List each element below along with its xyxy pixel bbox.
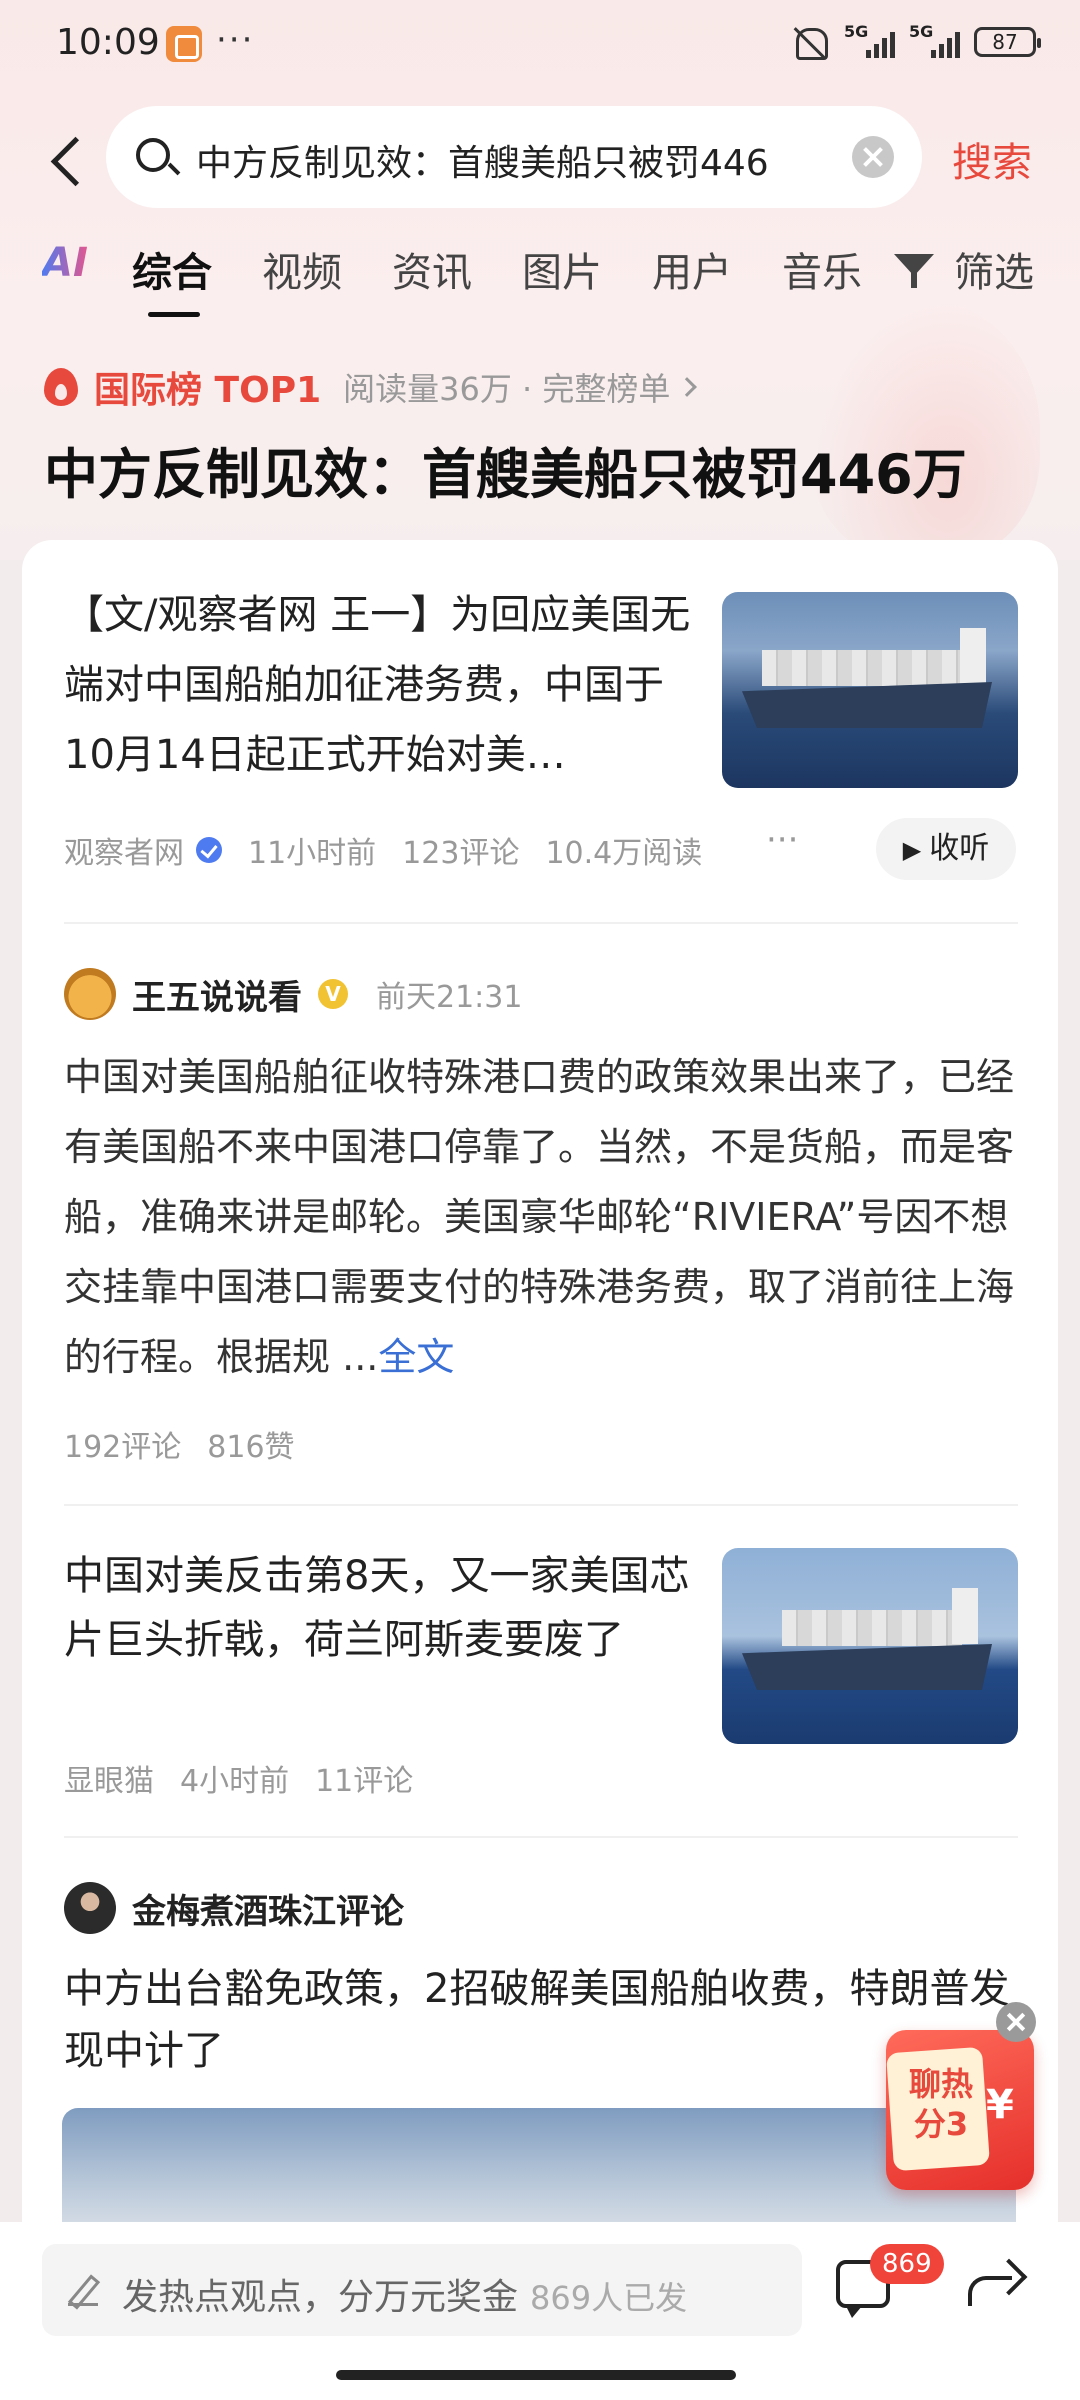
status-more-icon: ··· <box>216 20 255 60</box>
news2-time: 4小时前 <box>180 1764 290 1799</box>
tab-video[interactable]: 视频 <box>262 240 342 298</box>
topic-title: 中方反制见效：首艘美船只被罚446万 <box>44 443 967 506</box>
tab-ai[interactable]: AI <box>42 240 88 286</box>
avatar[interactable] <box>64 1882 116 1934</box>
tab-users[interactable]: 用户 <box>652 240 732 298</box>
news1-source[interactable]: 观察者网 <box>64 828 184 872</box>
tab-comprehensive[interactable]: 综合 <box>132 240 212 298</box>
news1-title[interactable]: 【文/观察者网 王一】为回应美国无端对中国船舶加征港务费，中国于10月14日起正… <box>64 580 694 790</box>
vip-badge-icon: V <box>318 979 348 1009</box>
tab-news[interactable]: 资讯 <box>392 240 472 298</box>
news1-reads: 10.4万阅读 <box>545 836 703 871</box>
comment-count: 869人已发 <box>530 2279 688 2317</box>
post2-image[interactable] <box>62 2108 1016 2228</box>
active-tab-indicator <box>148 312 200 317</box>
divider <box>64 922 1018 924</box>
search-icon <box>136 138 170 172</box>
divider <box>64 1504 1018 1506</box>
news2-meta: 显眼猫 4小时前 11评论 <box>64 1756 413 1800</box>
fulltext-link[interactable]: 全文 <box>378 1335 454 1379</box>
post2-title[interactable]: 中方出台豁免政策，2招破解美国船舶收费，特朗普发现中计了 <box>64 1958 1024 2082</box>
red-packet-float[interactable]: 聊热分3 ¥ <box>886 2030 1034 2190</box>
ship-image <box>722 1548 1018 1744</box>
post1-ellipsis: ... <box>342 1335 379 1379</box>
status-time: 10:09 <box>56 22 160 63</box>
post1-likes[interactable]: 816赞 <box>207 1422 294 1466</box>
signal-icon-2: 5G <box>909 22 960 58</box>
network-label: 5G <box>844 22 869 41</box>
mute-icon <box>790 24 830 60</box>
comment-prompt: 发热点观点，分万元奖金 <box>122 2277 519 2318</box>
news2-comments: 11评论 <box>315 1764 414 1799</box>
home-indicator[interactable] <box>336 2370 736 2380</box>
post1-body[interactable]: 中国对美国船舶征收特殊港口费的政策效果出来了，已经有美国船不来中国港口停靠了。当… <box>64 1042 1014 1392</box>
chevron-right-icon <box>677 377 698 397</box>
message-badge: 869 <box>870 2244 944 2284</box>
tab-images[interactable]: 图片 <box>522 240 602 298</box>
listen-button[interactable]: 收听 <box>876 818 1016 880</box>
news1-time: 11小时前 <box>248 836 377 871</box>
close-icon[interactable] <box>996 2002 1036 2042</box>
tab-music[interactable]: 音乐 <box>782 240 862 298</box>
news1-meta: 观察者网 11小时前 123评论 10.4万阅读 <box>64 828 702 872</box>
clear-icon[interactable] <box>852 136 894 178</box>
search-input[interactable]: 中方反制见效：首艘美船只被罚446 <box>106 106 922 208</box>
hot-rank-label: 国际榜 TOP1 <box>94 370 322 411</box>
search-button[interactable]: 搜索 <box>952 130 1032 188</box>
post2-author-row[interactable]: 金梅煮酒珠江评论 <box>64 1882 404 1934</box>
red-packet-text: 聊热分3 <box>908 2065 973 2143</box>
share-icon[interactable] <box>966 2256 1022 2308</box>
pen-icon <box>68 2276 102 2306</box>
battery-icon: 87 <box>974 27 1041 57</box>
tab-filter[interactable]: 筛选 <box>954 240 1034 298</box>
network-label-2: 5G <box>909 22 934 41</box>
post1-body-text: 中国对美国船舶征收特殊港口费的政策效果出来了，已经有美国船不来中国港口停靠了。当… <box>64 1055 1015 1379</box>
filter-icon[interactable] <box>894 254 934 288</box>
status-bar: 10:09 ··· 5G 5G 87 <box>0 0 1080 90</box>
hot-list-meta[interactable]: 阅读量36万 · 完整榜单 <box>343 364 670 410</box>
verified-icon <box>196 837 222 863</box>
status-indicators: 5G 5G 87 <box>790 22 1041 60</box>
divider <box>64 1836 1018 1838</box>
news1-comments: 123评论 <box>402 836 520 871</box>
post1-meta: 192评论 816赞 <box>64 1422 295 1466</box>
app-notification-icon <box>166 26 202 62</box>
comment-input[interactable]: 发热点观点，分万元奖金 869人已发 <box>42 2244 802 2336</box>
avatar[interactable] <box>64 968 116 1020</box>
yuan-icon: ¥ <box>986 2082 1014 2128</box>
post1-time: 前天21:31 <box>376 980 523 1015</box>
fire-icon <box>44 368 78 406</box>
post1-author-row[interactable]: 王五说说看 V 前天21:31 <box>64 968 522 1020</box>
signal-icon: 5G <box>844 22 895 58</box>
news2-thumbnail[interactable] <box>722 1548 1018 1744</box>
news2-title[interactable]: 中国对美反击第8天，又一家美国芯片巨头折戟，荷兰阿斯麦要废了 <box>64 1544 694 1672</box>
post2-author[interactable]: 金梅煮酒珠江评论 <box>132 1884 404 1933</box>
news2-source[interactable]: 显眼猫 <box>64 1756 154 1800</box>
result-tabs: AI 综合 视频 资讯 图片 用户 音乐 筛选 <box>0 240 1080 320</box>
more-icon[interactable]: ··· <box>766 820 798 860</box>
news1-thumbnail[interactable] <box>722 592 1018 788</box>
hot-list-row[interactable]: 国际榜 TOP1 阅读量36万 · 完整榜单 <box>44 362 698 412</box>
search-query[interactable]: 中方反制见效：首艘美船只被罚446 <box>196 134 769 186</box>
post1-author[interactable]: 王五说说看 <box>132 970 302 1019</box>
post1-comments[interactable]: 192评论 <box>64 1422 181 1466</box>
comment-placeholder: 发热点观点，分万元奖金 869人已发 <box>122 2268 687 2320</box>
ship-image <box>722 592 1018 788</box>
back-icon[interactable] <box>40 130 90 190</box>
